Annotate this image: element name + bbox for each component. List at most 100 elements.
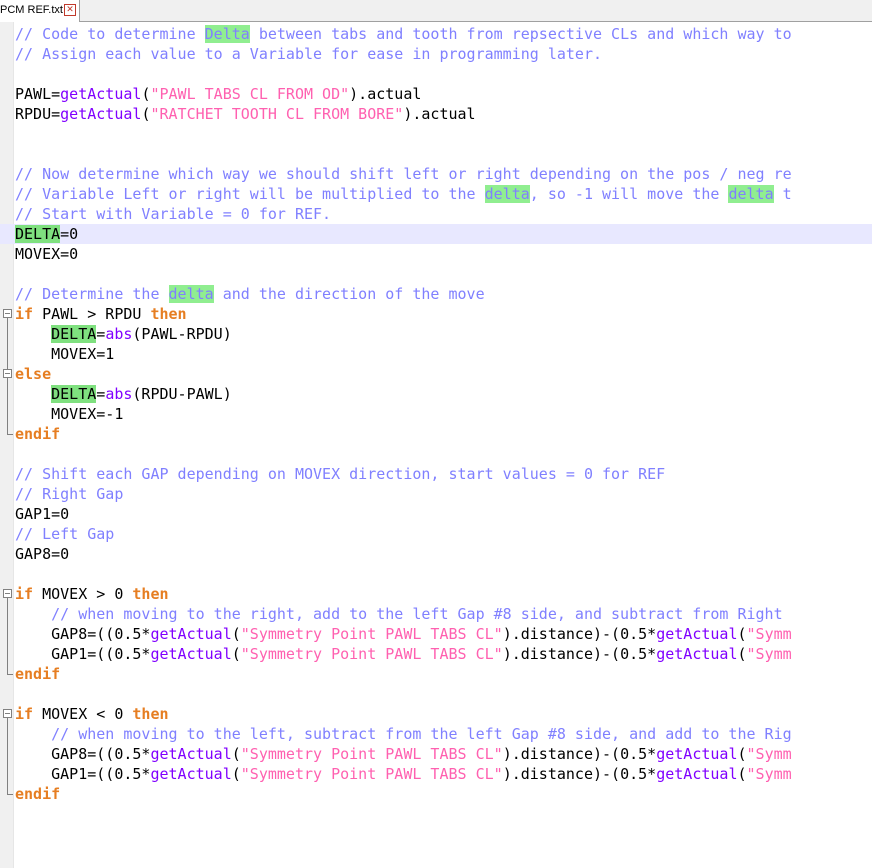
code-line[interactable]: else [0, 364, 872, 384]
code-token: MOVEX [33, 585, 97, 603]
code-line[interactable]: // Right Gap [0, 484, 872, 504]
code-token: and the direction of the move [213, 285, 485, 303]
code-line[interactable]: // Variable Left or right will be multip… [0, 184, 872, 204]
code-line[interactable]: // Shift each GAP depending on MOVEX dir… [0, 464, 872, 484]
code-line[interactable]: DELTA=abs(RPDU-PAWL) [0, 384, 872, 404]
code-token: GAP1=((0.5* [15, 645, 151, 663]
code-line[interactable]: // Start with Variable = 0 for REF. [0, 204, 872, 224]
code-token: 0 [105, 705, 133, 723]
code-line-text: // Left Gap [15, 524, 114, 544]
fold-line [3, 324, 12, 344]
code-token: getActual [656, 745, 738, 763]
code-token: ).distance)-(0.5* [502, 625, 657, 643]
code-line-text: MOVEX=0 [15, 244, 78, 264]
fold-line [3, 584, 12, 604]
code-line-text: MOVEX=-1 [15, 404, 123, 424]
code-line[interactable]: GAP1=((0.5*getActual("Symmetry Point PAW… [0, 644, 872, 664]
code-token: DELTA [51, 385, 97, 403]
code-line[interactable] [0, 264, 872, 284]
code-line[interactable]: endif [0, 664, 872, 684]
code-line[interactable]: GAP1=0 [0, 504, 872, 524]
code-line-text: // Code to determine Delta between tabs … [15, 24, 792, 44]
code-token: // when moving to the right, add to the … [15, 605, 783, 623]
code-line[interactable]: DELTA=abs(PAWL-RPDU) [0, 324, 872, 344]
code-token: // Assign each value to a Variable for e… [15, 45, 602, 63]
tab-pcm-ref[interactable]: PCM REF.txt ✕ [0, 0, 80, 22]
code-token: abs [105, 325, 133, 343]
code-line[interactable]: // Code to determine Delta between tabs … [0, 24, 872, 44]
code-line[interactable] [0, 564, 872, 584]
code-line[interactable]: RPDU=getActual("RATCHET TOOTH CL FROM BO… [0, 104, 872, 124]
code-token: ( [737, 625, 747, 643]
code-line[interactable]: // Now determine which way we should shi… [0, 164, 872, 184]
code-token: getActual [656, 765, 738, 783]
code-line[interactable]: PAWL=getActual("PAWL TABS CL FROM OD").a… [0, 84, 872, 104]
code-line[interactable]: GAP1=((0.5*getActual("Symmetry Point PAW… [0, 764, 872, 784]
code-token: delta [168, 285, 214, 303]
code-line[interactable]: if MOVEX > 0 then [0, 584, 872, 604]
code-token: // Variable Left or right will be multip… [15, 185, 485, 203]
code-line[interactable] [0, 144, 872, 164]
code-token: (PAWL-RPDU) [132, 325, 232, 343]
code-token: DELTA [51, 325, 97, 343]
code-token: abs [105, 385, 133, 403]
code-line[interactable] [0, 684, 872, 704]
editor-text-area[interactable]: // Code to determine Delta between tabs … [0, 24, 872, 804]
code-token: // Right Gap [15, 485, 124, 503]
code-line-text: GAP8=((0.5*getActual("Symmetry Point PAW… [15, 744, 792, 764]
code-token: "PAWL TABS CL FROM OD" [150, 85, 350, 103]
close-icon[interactable]: ✕ [64, 4, 76, 16]
code-token: = [51, 105, 61, 123]
code-token: // Now determine which way we should shi… [15, 165, 792, 183]
code-token: if [15, 705, 34, 723]
code-line[interactable] [0, 64, 872, 84]
code-token: ( [231, 625, 241, 643]
code-line-text: GAP1=((0.5*getActual("Symmetry Point PAW… [15, 644, 792, 664]
code-line-text: MOVEX=1 [15, 344, 114, 364]
code-line[interactable]: // when moving to the right, add to the … [0, 604, 872, 624]
code-token: getActual [150, 765, 232, 783]
code-line[interactable]: endif [0, 424, 872, 444]
code-line[interactable]: MOVEX=1 [0, 344, 872, 364]
code-token: if [15, 305, 34, 323]
code-line[interactable]: GAP8=((0.5*getActual("Symmetry Point PAW… [0, 744, 872, 764]
code-line[interactable]: // when moving to the left, subtract fro… [0, 724, 872, 744]
code-line[interactable]: MOVEX=-1 [0, 404, 872, 424]
code-token: getActual [656, 645, 738, 663]
code-token: DELTA [15, 225, 61, 243]
fold-line [3, 724, 12, 744]
code-line-text: // Variable Left or right will be multip… [15, 184, 792, 204]
code-token: then [132, 585, 169, 603]
code-token: ).distance)-(0.5* [502, 765, 657, 783]
code-token: RPDU [15, 105, 52, 123]
code-line-text: DELTA=abs(RPDU-PAWL) [15, 384, 232, 404]
code-token: "Symm [746, 765, 792, 783]
code-token: delta [484, 185, 530, 203]
code-token: between tabs and tooth from repsective C… [249, 25, 792, 43]
code-token: // Start with Variable = 0 for REF. [15, 205, 332, 223]
fold-end-icon [3, 424, 13, 444]
code-line[interactable]: MOVEX=0 [0, 244, 872, 264]
code-token: t [773, 185, 792, 203]
code-line[interactable]: GAP8=((0.5*getActual("Symmetry Point PAW… [0, 624, 872, 644]
code-token: endif [15, 665, 61, 683]
code-line[interactable]: // Left Gap [0, 524, 872, 544]
code-line[interactable]: // Determine the delta and the direction… [0, 284, 872, 304]
code-line[interactable]: // Assign each value to a Variable for e… [0, 44, 872, 64]
code-token: GAP1=((0.5* [15, 765, 151, 783]
code-token: GAP8=((0.5* [15, 625, 151, 643]
code-line-text: GAP8=((0.5*getActual("Symmetry Point PAW… [15, 624, 792, 644]
code-line-text: // Shift each GAP depending on MOVEX dir… [15, 464, 665, 484]
code-line[interactable]: DELTA=0 [0, 224, 872, 244]
code-line-text: // Right Gap [15, 484, 123, 504]
code-line[interactable]: GAP8=0 [0, 544, 872, 564]
code-line[interactable]: if PAWL > RPDU then [0, 304, 872, 324]
code-token: getActual [150, 625, 232, 643]
code-line[interactable]: if MOVEX < 0 then [0, 704, 872, 724]
code-token: = [96, 385, 106, 403]
code-line[interactable]: endif [0, 784, 872, 804]
code-token: GAP1=0 [15, 505, 70, 523]
code-line-text: // when moving to the left, subtract fro… [15, 724, 792, 744]
code-line[interactable] [0, 124, 872, 144]
code-line[interactable] [0, 444, 872, 464]
